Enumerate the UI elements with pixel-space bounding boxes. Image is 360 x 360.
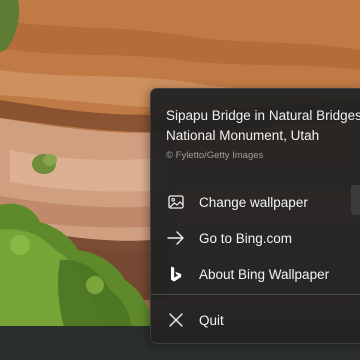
bing-wallpaper-flyout: Sipapu Bridge in Natural Bridges Nationa… <box>150 88 360 344</box>
about-bing-wallpaper-menu-item[interactable]: About Bing Wallpaper <box>151 257 360 291</box>
go-to-bing-label: Go to Bing.com <box>199 230 293 246</box>
wallpaper-title-line-2: National Monument, Utah <box>166 128 320 143</box>
change-wallpaper-menu-item[interactable]: Change wallpaper <box>151 185 360 219</box>
wallpaper-credit: © Fyletto/Getty Images <box>166 150 264 161</box>
bing-logo-icon <box>166 265 186 283</box>
wallpaper-info[interactable]: Sipapu Bridge in Natural Bridges Nationa… <box>166 106 360 161</box>
arrow-right-icon <box>166 229 186 247</box>
change-wallpaper-label: Change wallpaper <box>199 194 308 210</box>
about-bing-wallpaper-label: About Bing Wallpaper <box>199 266 330 282</box>
wallpaper-title-line-1: Sipapu Bridge in Natural Bridges <box>166 108 360 123</box>
menu-divider <box>151 294 360 295</box>
quit-menu-item[interactable]: Quit <box>151 303 360 337</box>
close-icon <box>166 311 186 329</box>
quit-label: Quit <box>199 312 224 328</box>
go-to-bing-menu-item[interactable]: Go to Bing.com <box>151 221 360 255</box>
image-icon <box>166 193 186 211</box>
